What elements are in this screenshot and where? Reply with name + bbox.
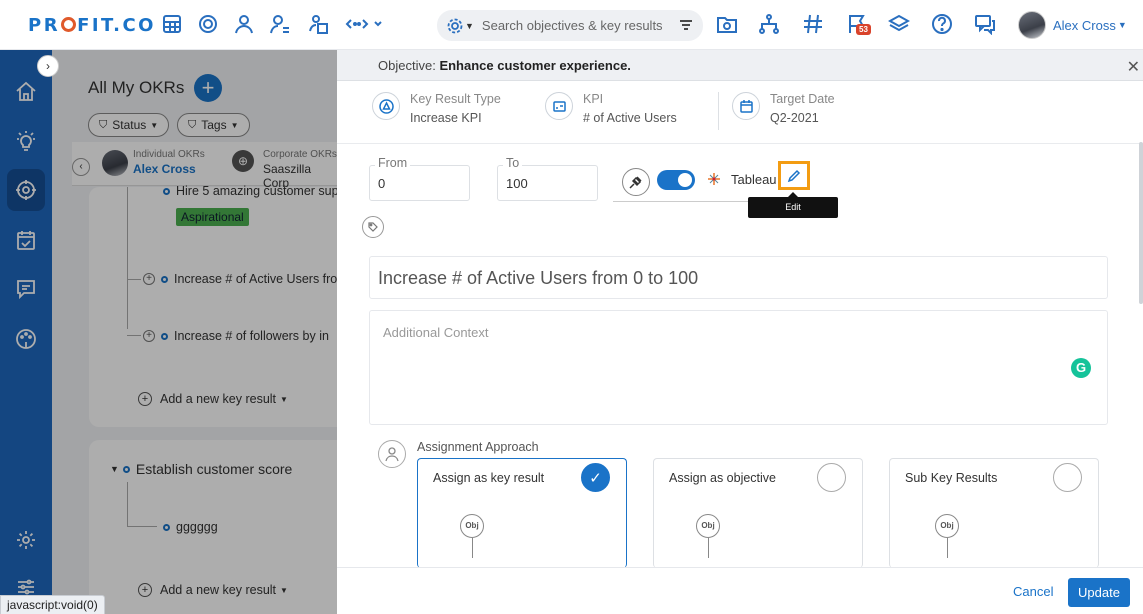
- pencil-icon: [787, 169, 801, 182]
- key-result-modal: Objective: Enhance customer experience. …: [337, 50, 1143, 614]
- cancel-button[interactable]: Cancel: [1013, 584, 1053, 599]
- update-button[interactable]: Update: [1068, 578, 1130, 607]
- integration-control: Tableau: [613, 162, 791, 202]
- connector: [472, 538, 473, 558]
- check-icon[interactable]: ✓: [581, 463, 610, 492]
- edit-tooltip: Edit: [748, 192, 838, 218]
- modal-footer: Cancel Update: [337, 567, 1143, 614]
- radio-button[interactable]: [817, 463, 846, 492]
- radio-button[interactable]: [1053, 463, 1082, 492]
- edit-integration-button[interactable]: [778, 161, 810, 190]
- meta-label: Target Date: [770, 92, 835, 106]
- connector: [947, 538, 948, 558]
- chevron-down-icon[interactable]: ▼: [465, 21, 474, 31]
- search-placeholder: Search objectives & key results: [481, 18, 663, 33]
- objective-name: Enhance customer experience.: [439, 58, 631, 73]
- meta-target-date[interactable]: Target Date Q2-2021: [732, 88, 835, 136]
- scrollbar[interactable]: [1139, 142, 1143, 304]
- expand-sidebar-button[interactable]: ›: [37, 55, 59, 77]
- help-icon[interactable]: [931, 13, 953, 35]
- avatar[interactable]: [1018, 11, 1046, 39]
- meta-kpi[interactable]: KPI # of Active Users: [545, 88, 677, 136]
- assignment-approach-label: Assignment Approach: [417, 440, 539, 454]
- gear-icon[interactable]: [447, 18, 463, 34]
- hash-icon[interactable]: [802, 13, 824, 35]
- person-icon: [378, 440, 406, 468]
- notification-badge: 53: [856, 24, 871, 35]
- target-icon[interactable]: [197, 13, 219, 35]
- layers-icon[interactable]: [887, 13, 911, 35]
- obj-bubble: Obj: [696, 514, 720, 538]
- to-label: To: [503, 156, 523, 170]
- option-label: Assign as objective: [669, 471, 777, 485]
- option-sub-key-results[interactable]: Sub Key Results Obj: [889, 458, 1099, 568]
- from-field[interactable]: 0: [369, 165, 470, 201]
- chevron-down-icon[interactable]: ▼: [1118, 20, 1127, 30]
- kr-title-input[interactable]: Increase # of Active Users from 0 to 100: [369, 256, 1108, 299]
- option-label: Assign as key result: [433, 471, 545, 485]
- option-assign-objective[interactable]: Assign as objective Obj: [653, 458, 863, 568]
- filter-icon[interactable]: [679, 18, 693, 32]
- meta-label: Key Result Type: [410, 92, 501, 106]
- meta-key-result-type[interactable]: Key Result Type Increase KPI: [372, 88, 501, 136]
- user-name[interactable]: Alex Cross: [1053, 18, 1116, 33]
- option-label: Sub Key Results: [905, 471, 998, 485]
- person-target-icon[interactable]: [269, 13, 291, 35]
- modal-backdrop[interactable]: [0, 50, 337, 614]
- divider: [337, 143, 1143, 144]
- kpi-icon: [545, 92, 573, 120]
- integration-toggle[interactable]: [657, 170, 695, 190]
- goal-folder-icon[interactable]: [716, 13, 738, 35]
- hierarchy-icon[interactable]: [758, 13, 780, 35]
- to-field[interactable]: 100: [497, 165, 598, 201]
- additional-context-input[interactable]: Additional Context G: [369, 310, 1108, 425]
- modal-header: Objective: Enhance customer experience. …: [337, 50, 1143, 81]
- triangle-icon: [372, 92, 400, 120]
- obj-bubble: Obj: [460, 514, 484, 538]
- context-placeholder: Additional Context: [383, 325, 489, 340]
- grammarly-icon[interactable]: G: [1071, 358, 1091, 378]
- status-bar-link: javascript:void(0): [0, 595, 105, 614]
- profit-co-logo[interactable]: PR FIT.CO: [28, 15, 156, 36]
- obj-bubble: Obj: [935, 514, 959, 538]
- tag-icon[interactable]: [362, 216, 384, 238]
- meta-label: KPI: [583, 92, 604, 106]
- top-bar: PR FIT.CO ▼ Search objectives & key resul…: [0, 0, 1143, 50]
- calendar-icon: [732, 92, 760, 120]
- connector: [708, 538, 709, 558]
- objective-header: Objective: Enhance customer experience.: [378, 58, 631, 73]
- integration-label: Tableau: [731, 172, 777, 187]
- dashboard-grid-icon[interactable]: [161, 13, 183, 35]
- user-menu[interactable]: Alex Cross ▼: [1018, 11, 1127, 39]
- building-person-icon[interactable]: [307, 13, 329, 35]
- search-input[interactable]: ▼ Search objectives & key results: [437, 10, 703, 41]
- meta-value: # of Active Users: [583, 111, 677, 125]
- people-icon[interactable]: [233, 13, 255, 35]
- more-code-icon[interactable]: [345, 13, 385, 35]
- chat-icon[interactable]: [974, 13, 996, 36]
- tableau-logo-icon: [708, 173, 720, 185]
- close-icon[interactable]: ✕: [1127, 57, 1140, 77]
- divider: [718, 92, 719, 130]
- from-label: From: [375, 156, 411, 170]
- meta-value: Q2-2021: [770, 111, 819, 125]
- objective-prefix: Objective:: [378, 58, 436, 73]
- meta-value: Increase KPI: [410, 111, 482, 125]
- plug-icon[interactable]: [622, 168, 650, 196]
- option-assign-key-result[interactable]: Assign as key result ✓ Obj: [417, 458, 627, 568]
